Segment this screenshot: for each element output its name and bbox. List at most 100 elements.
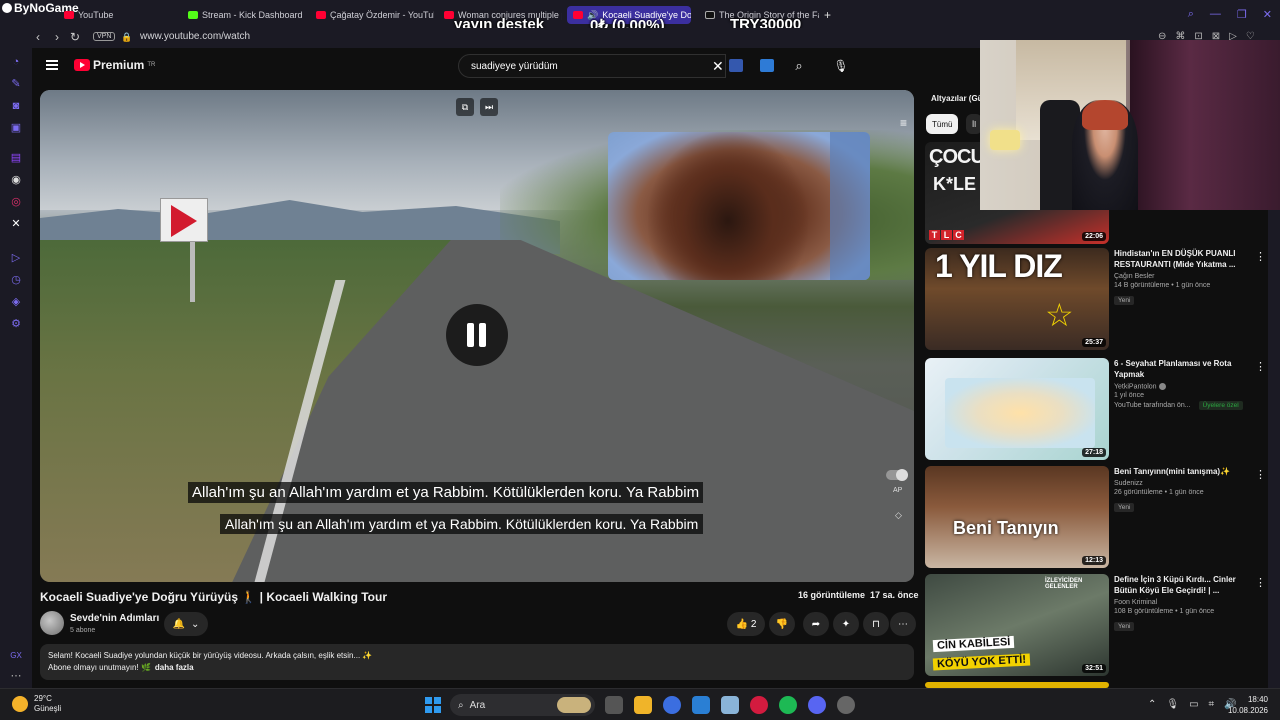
like-button[interactable]: 👍 2	[727, 612, 765, 636]
show-more-link[interactable]: daha fazla	[155, 663, 194, 672]
recommendation-channel[interactable]: Foon Kriminal	[1114, 599, 1249, 606]
video-player[interactable]: ⧉ ⏭ ≡ Allah'ım şu an Allah'ım yardım et …	[40, 90, 914, 582]
more-icon[interactable]: ⋯	[10, 670, 22, 682]
subtitles-label[interactable]: Altyazılar (Gü	[931, 94, 983, 103]
maximize-icon[interactable]: ❐	[1237, 8, 1247, 21]
network-icon[interactable]: ⌗	[1209, 699, 1215, 710]
recommendation-title[interactable]: Beni Tanıyınn(mini tanışma)✨	[1114, 466, 1249, 477]
channel-avatar[interactable]	[40, 611, 64, 635]
mic-icon[interactable]: 🎙	[828, 53, 854, 79]
vpn-badge[interactable]: VPN	[93, 32, 116, 41]
spotify-icon[interactable]	[779, 696, 797, 714]
opera-gx-icon[interactable]	[750, 696, 768, 714]
recommendation-channel[interactable]: Çağın Besler	[1114, 273, 1249, 280]
recommendation-item[interactable]: 1 YIL DIZ ☆ 25:37 Hindistan'ın EN DÜŞÜK …	[925, 248, 1275, 350]
dislike-button[interactable]: 👎	[769, 612, 795, 636]
obs-icon[interactable]	[837, 696, 855, 714]
keyboard-extension-icon[interactable]	[760, 59, 774, 72]
mic-icon[interactable]: 🎙	[1166, 699, 1179, 710]
search-input[interactable]: suadiyeye yürüdüm	[458, 54, 726, 78]
video-thumbnail[interactable]: 1 YIL DIZ ☆ 25:37	[925, 248, 1109, 350]
recommendation-item[interactable]: İZLEYİCİDEN GELENLER CİN KABİLESİ KÖYÜ Y…	[925, 574, 1275, 676]
logo-country: TR	[147, 62, 156, 68]
video-menu-icon[interactable]: ≡	[900, 116, 907, 130]
task-view-icon[interactable]	[605, 696, 623, 714]
tab-youtube[interactable]: YouTube	[58, 6, 168, 24]
video-thumbnail[interactable]: Beni Tanıyın 12:13	[925, 466, 1109, 568]
skip-icon[interactable]: ⏭	[480, 98, 498, 116]
menu-icon[interactable]	[46, 60, 58, 70]
clock[interactable]: 18:40 10.08.2026	[1222, 694, 1268, 716]
clear-search-icon[interactable]: ✕	[712, 58, 724, 75]
recommendation-item[interactable]: Beni Tanıyın 12:13 Beni Tanıyınn(mini ta…	[925, 466, 1275, 568]
new-tab-icon[interactable]: +	[824, 8, 831, 22]
chevron-up-icon[interactable]: ⌃	[1148, 699, 1156, 710]
messenger-icon[interactable]: ◙	[10, 100, 22, 112]
search-label: Ara	[469, 699, 486, 711]
chip-all[interactable]: Tümü	[926, 114, 959, 134]
pause-button[interactable]	[446, 304, 508, 366]
close-icon[interactable]: ✕	[1263, 8, 1272, 21]
channel-name[interactable]: Sevde'nin Adımları	[70, 613, 159, 624]
minimize-icon[interactable]: —	[1210, 8, 1221, 21]
video-description[interactable]: Selam! Kocaeli Suadiye yolundan küçük bi…	[40, 644, 914, 680]
recommendation-item[interactable]: 27:18 6 - Seyahat Planlaması ve Rota Yap…	[925, 358, 1275, 460]
notification-bell-button[interactable]: 🔔 ⌄	[164, 612, 208, 636]
video-thumbnail[interactable]: İZLEYİCİDEN GELENLER CİN KABİLESİ KÖYÜ Y…	[925, 574, 1109, 676]
more-vert-icon[interactable]: ⋮	[1255, 468, 1266, 481]
save-button[interactable]: ⊓	[863, 612, 889, 636]
more-actions-button[interactable]: ⋯	[890, 612, 916, 636]
share-button[interactable]: ➦	[803, 612, 829, 636]
taskbar-search[interactable]: ⌕ Ara	[450, 694, 595, 716]
ask-button[interactable]: ✦	[833, 612, 859, 636]
speed-dial-icon[interactable]: ◔	[10, 56, 22, 68]
youtube-logo[interactable]: Premium TR	[74, 58, 155, 72]
forward-icon[interactable]: ›	[55, 30, 59, 44]
scrollbar[interactable]	[1268, 210, 1280, 688]
video-thumbnail[interactable]: 27:18	[925, 358, 1109, 460]
reload-icon[interactable]: ↻	[70, 30, 80, 44]
recommendation-title[interactable]: Hindistan'ın EN DÜŞÜK PUANLI RESTAURANTI…	[1114, 248, 1249, 270]
tab-cagatay[interactable]: Çağatay Özdemir - YouTube	[310, 6, 434, 24]
discord-icon[interactable]: ◉	[10, 174, 22, 186]
cube-icon[interactable]: ◈	[10, 296, 22, 308]
search-icon[interactable]: ⌕	[1188, 8, 1194, 21]
video-title: Kocaeli Suadiye'ye Doğru Yürüyüş 🚶 | Koc…	[40, 590, 388, 604]
tab-kick-dashboard[interactable]: Stream - Kick Dashboard	[182, 6, 306, 24]
autoplay-toggle[interactable]	[886, 469, 908, 481]
search-button[interactable]: ⌕	[784, 54, 814, 78]
edge-icon[interactable]	[663, 696, 681, 714]
instagram-icon[interactable]: ◎	[10, 196, 22, 208]
discord-icon[interactable]	[808, 696, 826, 714]
url-field[interactable]: www.youtube.com/watch	[140, 31, 250, 42]
outlook-icon[interactable]	[692, 696, 710, 714]
recommendation-title[interactable]: Define İçin 3 Küpü Kırdı... Cinler Bütün…	[1114, 574, 1249, 596]
tlc-letter: C	[953, 230, 964, 240]
more-vert-icon[interactable]: ⋮	[1255, 250, 1266, 263]
panel-icon[interactable]: ▣	[10, 122, 22, 134]
history-icon[interactable]: ◷	[10, 274, 22, 286]
members-only-badge: Üyelere özel	[1198, 401, 1243, 411]
back-icon[interactable]: ‹	[36, 30, 40, 44]
recommendation-channel[interactable]: YetkiPantolon	[1114, 383, 1249, 390]
start-button[interactable]	[425, 697, 441, 713]
start-tile	[425, 697, 432, 704]
recommendation-channel[interactable]: Sudenizz	[1114, 480, 1249, 487]
more-vert-icon[interactable]: ⋮	[1255, 576, 1266, 589]
x-icon[interactable]: ✕	[10, 218, 22, 230]
player-icon[interactable]: ▷	[10, 252, 22, 264]
photos-icon[interactable]	[721, 696, 739, 714]
weather-widget[interactable]: 29°C Güneşli	[12, 694, 61, 714]
bookmark-icon[interactable]: ✎	[10, 78, 22, 90]
twitch-icon[interactable]: ▤	[10, 152, 22, 164]
chevron-icon[interactable]: ◇	[895, 510, 902, 521]
thumb-text: İZLEYİCİDEN GELENLER	[1045, 578, 1083, 590]
miniplayer-icon[interactable]: ⧉	[456, 98, 474, 116]
recommendation-title[interactable]: 6 - Seyahat Planlaması ve Rota Yapmak	[1114, 358, 1249, 380]
settings-icon[interactable]: ⚙	[10, 318, 22, 330]
display-icon[interactable]: ▭	[1189, 699, 1198, 710]
more-vert-icon[interactable]: ⋮	[1255, 360, 1266, 373]
file-explorer-icon[interactable]	[634, 696, 652, 714]
translate-extension-icon[interactable]	[729, 59, 743, 72]
gx-icon[interactable]: GX	[10, 650, 22, 662]
